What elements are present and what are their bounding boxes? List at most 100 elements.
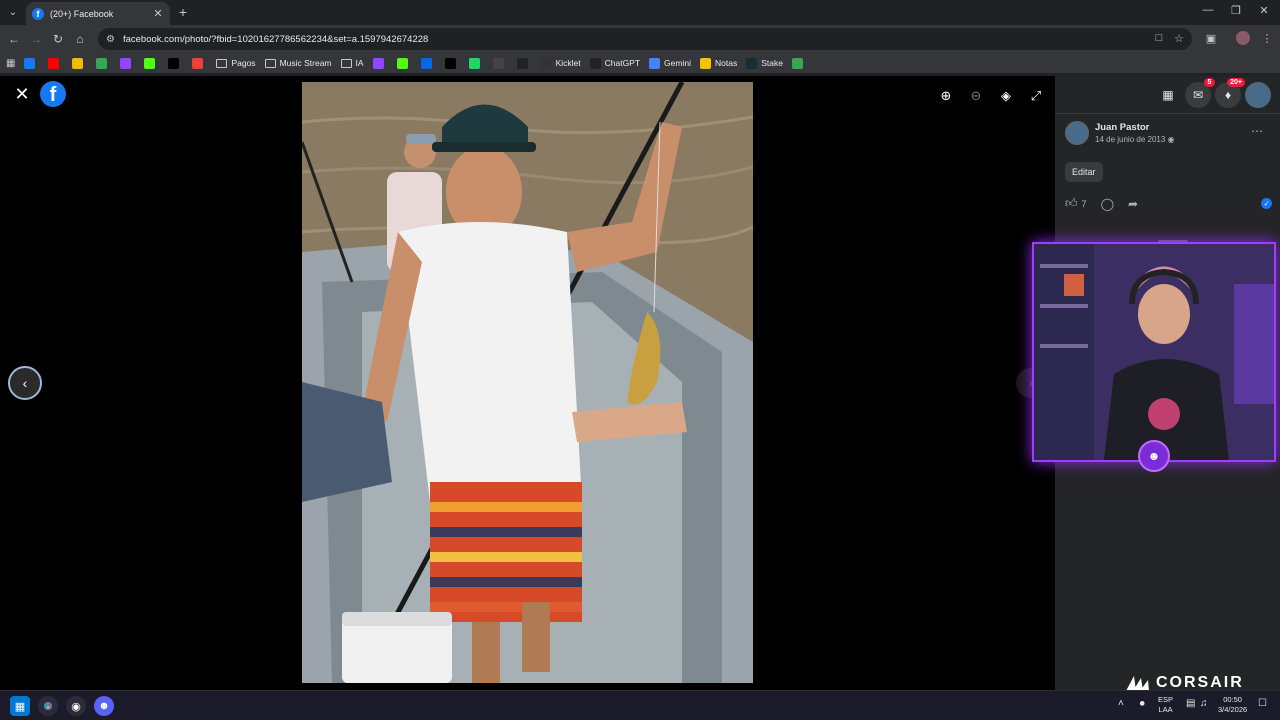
kick-icon — [396, 57, 408, 69]
close-tab-icon[interactable]: ✕ — [152, 7, 164, 20]
chrome-menu-icon[interactable]: ⋮ — [1260, 32, 1274, 45]
bookmark-kick[interactable] — [396, 57, 412, 69]
messenger-icon[interactable]: ✉ 5 — [1185, 78, 1215, 108]
like-button[interactable]: 👍︎ 7 — [1065, 196, 1087, 211]
diamond-icon — [516, 57, 528, 69]
more-options-icon[interactable]: ⋯ — [1251, 124, 1264, 138]
maximize-icon[interactable]: ❐ — [1228, 4, 1244, 17]
bookmark-star-icon[interactable]: ☆ — [1172, 32, 1186, 45]
tab-title: (20+) Facebook — [50, 8, 114, 19]
network-icon[interactable]: ▤ — [1186, 699, 1195, 709]
facebook-logo-icon[interactable]: f — [40, 81, 66, 107]
folder-icon — [340, 58, 352, 68]
stake-icon — [746, 57, 758, 69]
bookmark-ia[interactable]: IA — [340, 58, 364, 68]
facebook-top-icons: ▦ ✉ 5 ♦ 20+ — [1055, 76, 1280, 114]
volume-icon[interactable]: ♫ — [1200, 699, 1208, 709]
language-indicator[interactable]: ESP LAA — [1158, 695, 1173, 715]
gemini-icon — [649, 57, 661, 69]
bookmark-label: Kicklet — [555, 58, 581, 68]
bookmark-kicklet[interactable]: Kicklet — [540, 57, 581, 69]
obs-taskbar-icon[interactable]: ◉ — [66, 696, 86, 716]
new-tab-button[interactable]: + — [176, 4, 190, 20]
author-avatar[interactable] — [1065, 121, 1089, 145]
tag-icon[interactable]: ◈ — [995, 85, 1017, 107]
edit-button[interactable]: Editar — [1065, 162, 1103, 182]
menu-grid-icon[interactable]: ▦ — [1155, 82, 1181, 108]
bookmark-p[interactable] — [168, 57, 183, 69]
bookmark-chatgpt[interactable]: ChatGPT — [589, 57, 640, 69]
bookmark-stake[interactable]: Stake — [746, 57, 783, 69]
bookmark-gmail[interactable] — [192, 57, 207, 69]
bookmark-label: IA — [355, 58, 364, 68]
apps-grid-icon[interactable]: ▦ — [6, 58, 15, 69]
bookmark-leaf[interactable] — [791, 57, 807, 69]
close-window-icon[interactable]: ✕ — [1256, 4, 1272, 17]
tab-search-button[interactable]: ⌄ — [4, 4, 22, 21]
bookmark-pagos[interactable]: Pagos — [216, 58, 256, 68]
share-button[interactable]: ➦ — [1128, 197, 1138, 211]
discord-taskbar-icon[interactable]: ☻ — [94, 696, 114, 716]
home-icon[interactable]: ⌂ — [72, 31, 88, 47]
author-name[interactable]: Juan Pastor — [1095, 122, 1149, 133]
bookmark-drive[interactable] — [96, 57, 111, 69]
bookmark-label: Music Stream — [279, 58, 332, 68]
bookmark-twitch[interactable] — [120, 57, 135, 69]
install-app-icon[interactable]: □ — [1152, 32, 1166, 44]
account-avatar[interactable] — [1245, 82, 1271, 108]
tab-facebook[interactable]: f (20+) Facebook ✕ — [26, 2, 170, 25]
bookmarks-bar: ▦ Pagos Music Stream IA Kicklet ChatGPT Gemin… — [0, 53, 1280, 73]
notification-center-icon[interactable]: ☐ — [1258, 699, 1267, 709]
zoom-in-icon[interactable]: ⊕ — [935, 85, 957, 107]
bookmark-kick[interactable] — [144, 57, 159, 69]
bookmark-app[interactable] — [468, 57, 484, 69]
photo-viewer: ✕ f ‹ › ⊕ ⊖ ◈ ⤢ — [0, 76, 1055, 690]
minimize-icon[interactable]: — — [1200, 4, 1216, 16]
bookmark-label: Stake — [761, 58, 783, 68]
notifications-badge: 20+ — [1227, 78, 1245, 87]
address-url: facebook.com/photo/?fbid=102016277865622… — [122, 33, 429, 45]
keyboard-layout: LAA — [1158, 705, 1173, 714]
bookmark-meta[interactable] — [420, 57, 436, 69]
notifications-bell-icon[interactable]: ♦ 20+ — [1215, 78, 1245, 108]
bookmark-pin[interactable] — [492, 57, 508, 69]
microphone-icon[interactable]: ⚫ — [1138, 700, 1146, 710]
post-actions: 👍︎ 7 ◯ ➦ — [1065, 196, 1152, 211]
browser-toolbar: ← → ↻ ⌂ ⚙ facebook.com/photo/?fbid=10201… — [0, 25, 1280, 53]
zoom-out-icon[interactable]: ⊖ — [965, 85, 987, 107]
bookmark-gemini[interactable]: Gemini — [649, 57, 691, 69]
close-viewer-button[interactable]: ✕ — [10, 82, 34, 106]
pin-icon — [492, 57, 504, 69]
youtube-icon — [48, 57, 60, 69]
clock[interactable]: 00:50 3/4/2026 — [1218, 695, 1247, 715]
messenger-badge: 5 — [1204, 78, 1215, 87]
fullscreen-icon[interactable]: ⤢ — [1025, 85, 1047, 107]
windows-start-icon[interactable]: ▦ — [10, 696, 30, 716]
bookmark-tiktok[interactable] — [444, 57, 460, 69]
facebook-favicon-icon: f — [32, 7, 44, 20]
streamer-badge-icon: ☻ — [1138, 440, 1170, 472]
comment-button[interactable]: ◯ — [1101, 197, 1114, 211]
bookmark-twitch[interactable] — [372, 57, 388, 69]
kick-icon — [144, 57, 156, 69]
previous-photo-button[interactable]: ‹ — [8, 366, 42, 400]
tray-chevron-icon[interactable]: ˄ — [1118, 699, 1124, 709]
profile-avatar[interactable] — [1236, 31, 1250, 45]
chrome-taskbar-icon[interactable] — [38, 696, 58, 716]
back-icon[interactable]: ← — [6, 31, 22, 47]
bookmark-facebook[interactable] — [24, 57, 39, 69]
reload-icon[interactable]: ↻ — [50, 31, 66, 47]
bookmark-youtube[interactable] — [48, 57, 63, 69]
bookmark-label: Pagos — [231, 58, 256, 68]
address-bar[interactable]: ⚙ facebook.com/photo/?fbid=1020162778656… — [98, 28, 1192, 50]
privacy-globe-icon: ◉ — [1167, 135, 1175, 144]
bookmark-binance[interactable] — [72, 57, 87, 69]
bookmark-music-stream[interactable]: Music Stream — [264, 58, 332, 68]
site-info-icon[interactable]: ⚙ — [106, 34, 115, 45]
post-date[interactable]: 14 de junio de 2013 ◉ — [1095, 135, 1175, 144]
forward-icon[interactable]: → — [28, 31, 44, 47]
extensions-icon[interactable]: ▣ — [1204, 32, 1218, 45]
binance-icon — [72, 57, 84, 69]
bookmark-diamond[interactable] — [516, 57, 532, 69]
bookmark-notas[interactable]: Notas — [699, 57, 737, 69]
